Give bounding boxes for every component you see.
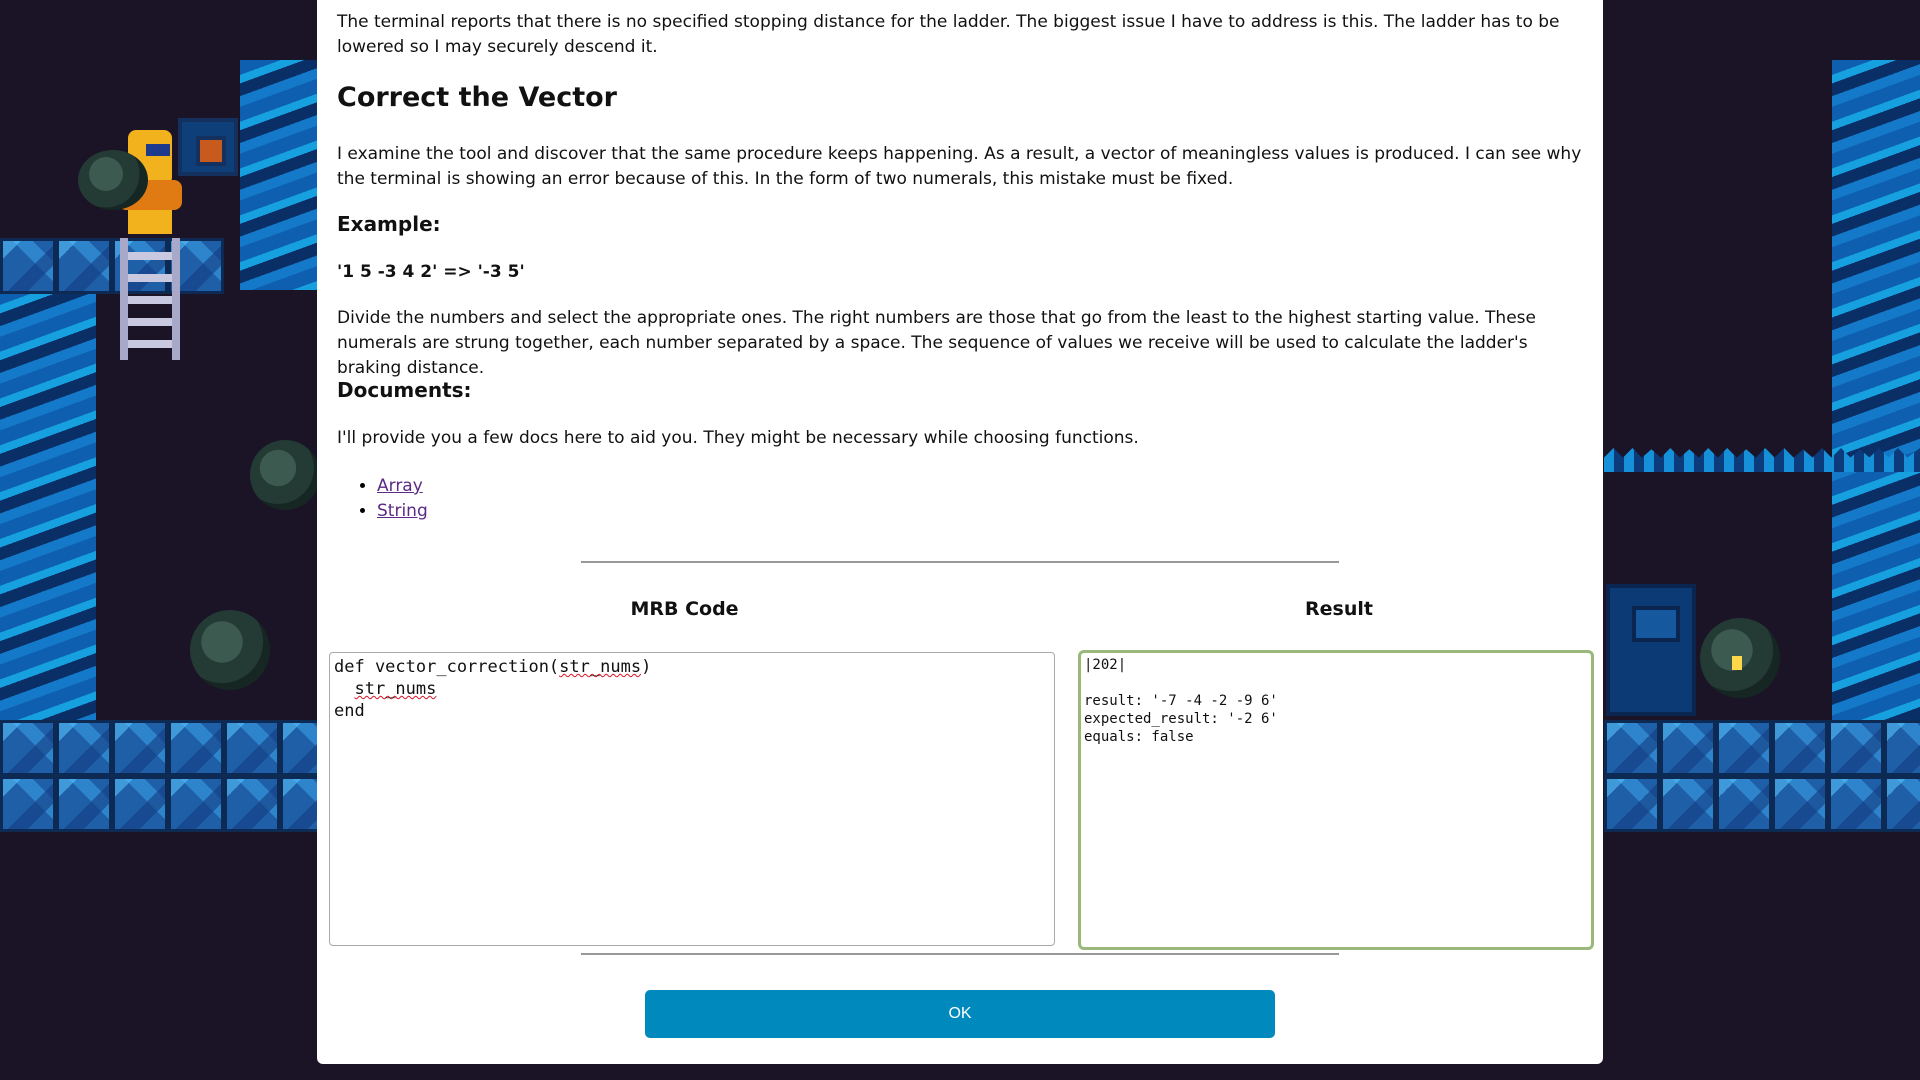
left-cave-wall: [0, 290, 96, 720]
code-line-1: def vector_correction(str_nums): [334, 657, 652, 677]
code-editor[interactable]: def vector_correction(str_nums) str_nums…: [329, 652, 1055, 946]
right-cave-wall: [1832, 60, 1920, 720]
intro-paragraph: The terminal reports that there is no sp…: [337, 12, 1560, 57]
upper-left-vine: [240, 60, 320, 290]
explanation-paragraph: Divide the numbers and select the approp…: [337, 308, 1536, 378]
example-heading: Example:: [337, 212, 441, 236]
bush-decor: [190, 610, 270, 690]
divider-top: [581, 561, 1339, 563]
array-doc-link[interactable]: Array: [377, 476, 423, 496]
doc-links-list: Array String: [337, 474, 428, 524]
doc-link-item: Array: [377, 474, 428, 499]
ladder: [120, 238, 180, 360]
floor-left: [0, 720, 336, 832]
divider-bottom: [581, 953, 1339, 955]
ok-button[interactable]: OK: [645, 990, 1275, 1038]
code-panel-title: MRB Code: [630, 598, 739, 620]
string-doc-link[interactable]: String: [377, 501, 428, 521]
section-title: Correct the Vector: [337, 82, 617, 113]
machine-prop: [1606, 584, 1696, 716]
terminal-monitor: [178, 118, 238, 176]
lamp-light: [1732, 656, 1742, 670]
doc-link-item: String: [377, 499, 428, 524]
documents-paragraph: I'll provide you a few docs here to aid …: [337, 428, 1139, 448]
floor-right: [1604, 720, 1920, 832]
vector-paragraph: I examine the tool and discover that the…: [337, 144, 1582, 189]
documents-heading: Documents:: [337, 378, 472, 402]
code-line-3: end: [334, 701, 365, 721]
upper-left-ledge: [0, 238, 224, 294]
code-line-2: str_nums: [354, 679, 437, 699]
bush-decor: [78, 150, 148, 210]
result-output: |202| result: '-7 -4 -2 -9 6' expected_r…: [1078, 650, 1594, 950]
task-dialog: The terminal reports that there is no sp…: [317, 0, 1603, 1064]
example-line: '1 5 -3 4 2' => '-3 5': [337, 262, 525, 282]
bush-decor: [250, 440, 320, 510]
result-panel-title: Result: [1305, 598, 1373, 620]
